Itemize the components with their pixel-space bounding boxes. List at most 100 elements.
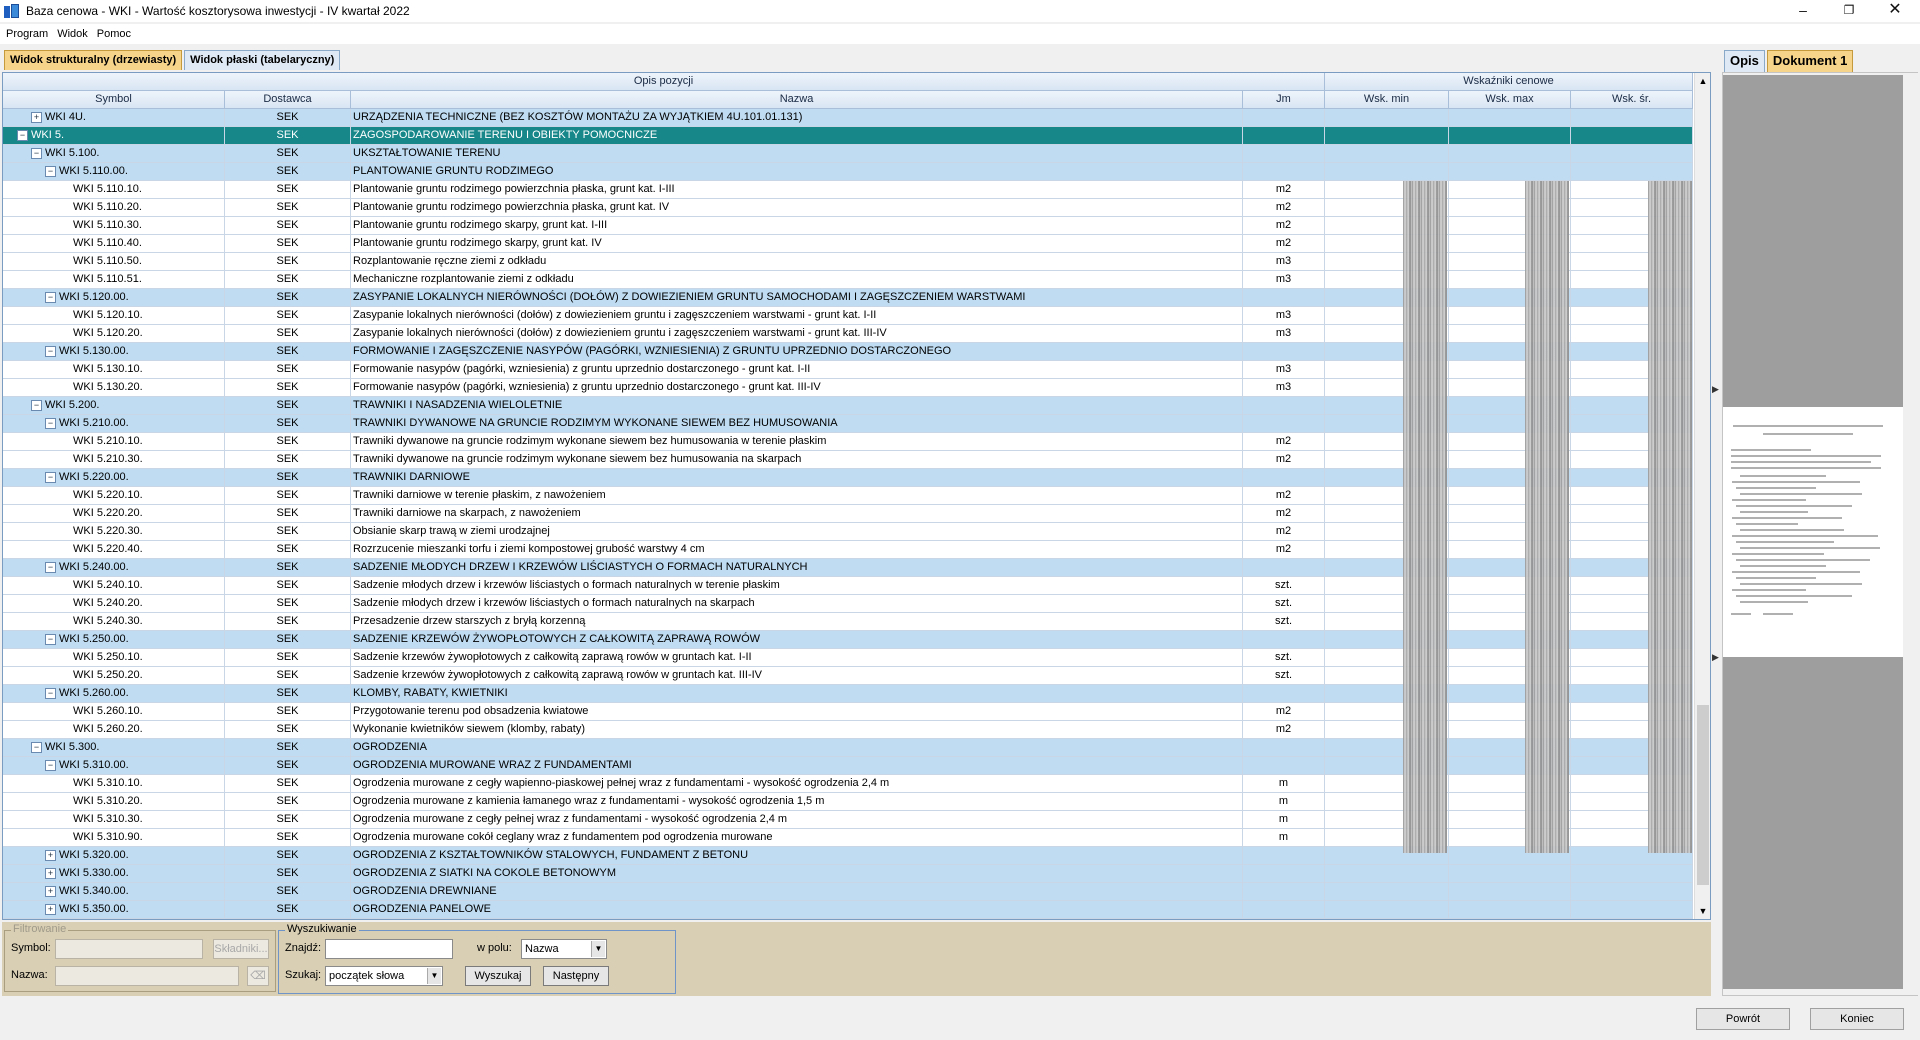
chevron-down-icon[interactable]: ▼	[591, 941, 605, 957]
clear-filter-button[interactable]: ⌫	[247, 966, 269, 986]
column-header-dostawca[interactable]: Dostawca	[225, 91, 351, 109]
table-row[interactable]: − WKI 5.100. SEK UKSZTAŁTOWANIE TERENU	[3, 145, 1693, 163]
collapse-icon[interactable]: −	[45, 562, 56, 573]
menu-pomoc[interactable]: Pomoc	[97, 28, 131, 40]
symbol-text: WKI 5.310.10.	[73, 777, 143, 789]
collapse-icon[interactable]: −	[45, 688, 56, 699]
panel-splitter[interactable]: ▶ ▶	[1712, 72, 1720, 996]
collapse-icon[interactable]: −	[17, 130, 28, 141]
symbol-text: WKI 5.210.00.	[59, 417, 129, 429]
symbol-cell: − WKI 5.240.00.	[3, 559, 225, 576]
dostawca-cell: SEK	[225, 883, 351, 900]
column-header-wsk-sr[interactable]: Wsk. śr.	[1571, 91, 1693, 109]
collapse-icon[interactable]: −	[45, 418, 56, 429]
symbol-text: WKI 5.100.	[45, 147, 100, 159]
symbol-text: WKI 5.220.00.	[59, 471, 129, 483]
close-button[interactable]: ✕	[1872, 0, 1918, 22]
symbol-text: WKI 5.240.30.	[73, 615, 143, 627]
back-button[interactable]: Powrót	[1696, 1008, 1790, 1030]
symbol-cell: WKI 5.120.10.	[3, 307, 225, 324]
menu-program[interactable]: Program	[6, 28, 48, 40]
dostawca-cell: SEK	[225, 361, 351, 378]
collapse-icon[interactable]: −	[45, 346, 56, 357]
scroll-down-arrow-icon[interactable]: ▼	[1695, 903, 1710, 919]
collapse-icon[interactable]: −	[45, 166, 56, 177]
nazwa-filter-input[interactable]	[55, 966, 239, 986]
nastepny-button[interactable]: Następny	[543, 966, 609, 986]
tab-flat-view[interactable]: Widok płaski (tabelaryczny)	[184, 50, 341, 70]
tab-dokument-1[interactable]: Dokument 1	[1766, 50, 1854, 72]
collapse-icon[interactable]: −	[31, 148, 42, 159]
table-row[interactable]: + WKI 5.340.00. SEK OGRODZENIA DREWNIANE	[3, 883, 1693, 901]
jm-cell: szt.	[1243, 649, 1325, 666]
search-field-select[interactable]: Nazwa ▼	[521, 939, 607, 959]
table-row[interactable]: + WKI 5.350.00. SEK OGRODZENIA PANELOWE	[3, 901, 1693, 919]
tab-structural-view[interactable]: Widok strukturalny (drzewiasty)	[4, 50, 183, 70]
column-header-symbol[interactable]: Symbol	[3, 91, 225, 109]
nazwa-cell: Zasypanie lokalnych nierówności (dołów) …	[351, 325, 1243, 342]
wsk-max-cell	[1449, 127, 1571, 144]
maximize-button[interactable]: ❐	[1826, 0, 1872, 22]
symbol-text: WKI 5.210.10.	[73, 435, 143, 447]
search-title: Wyszukiwanie	[285, 923, 359, 935]
jm-cell: m2	[1243, 703, 1325, 720]
symbol-cell: − WKI 5.250.00.	[3, 631, 225, 648]
collapse-icon[interactable]: −	[31, 400, 42, 411]
wyszukaj-button[interactable]: Wyszukaj	[465, 966, 531, 986]
redacted-wsk-max-values	[1525, 181, 1569, 853]
document-text-line	[1733, 425, 1883, 427]
collapse-icon[interactable]: −	[45, 634, 56, 645]
minimize-button[interactable]: –	[1780, 0, 1826, 22]
symbol-text: WKI 5.110.50.	[73, 255, 142, 267]
symbol-cell: + WKI 5.350.00.	[3, 901, 225, 918]
jm-cell: m3	[1243, 271, 1325, 288]
jm-cell	[1243, 847, 1325, 864]
tab-opis[interactable]: Opis	[1724, 50, 1765, 72]
dostawca-cell: SEK	[225, 289, 351, 306]
expand-icon[interactable]: +	[31, 112, 42, 123]
document-text-line	[1740, 529, 1845, 531]
expand-icon[interactable]: +	[45, 886, 56, 897]
nazwa-cell: SADZENIE MŁODYCH DRZEW I KRZEWÓW LIŚCIAS…	[351, 559, 1243, 576]
collapse-icon[interactable]: −	[45, 292, 56, 303]
column-header-jm[interactable]: Jm	[1243, 91, 1325, 109]
collapse-icon[interactable]: −	[45, 472, 56, 483]
symbol-cell: − WKI 5.210.00.	[3, 415, 225, 432]
column-header-nazwa[interactable]: Nazwa	[351, 91, 1243, 109]
scroll-thumb[interactable]	[1697, 705, 1709, 885]
document-text-line	[1736, 487, 1817, 489]
table-row[interactable]: − WKI 5.110.00. SEK PLANTOWANIE GRUNTU RODZ…	[3, 163, 1693, 181]
table-row[interactable]: + WKI 4U. SEK URZĄDZENIA TECHNICZNE (BEZ KO…	[3, 109, 1693, 127]
document-vertical-scrollbar[interactable]	[1904, 73, 1918, 995]
expand-arrow-icon[interactable]: ▶	[1712, 652, 1719, 663]
grid-vertical-scrollbar[interactable]: ▲ ▼	[1694, 73, 1710, 919]
column-header-wsk-max[interactable]: Wsk. max	[1449, 91, 1571, 109]
expand-icon[interactable]: +	[45, 850, 56, 861]
scroll-up-arrow-icon[interactable]: ▲	[1695, 73, 1710, 89]
expand-arrow-icon[interactable]: ▶	[1712, 384, 1719, 395]
exit-button[interactable]: Koniec	[1810, 1008, 1904, 1030]
symbol-cell: + WKI 5.320.00.	[3, 847, 225, 864]
jm-cell: m3	[1243, 325, 1325, 342]
search-input[interactable]	[325, 939, 453, 959]
column-header-wsk-min[interactable]: Wsk. min	[1325, 91, 1449, 109]
nazwa-cell: Ogrodzenia murowane z cegły pełnej wraz …	[351, 811, 1243, 828]
skladniki-button[interactable]: Składniki...	[213, 939, 269, 959]
collapse-icon[interactable]: −	[45, 760, 56, 771]
expand-icon[interactable]: +	[45, 904, 56, 915]
search-mode-select[interactable]: początek słowa ▼	[325, 966, 443, 986]
jm-cell: m	[1243, 775, 1325, 792]
table-row[interactable]: + WKI 5.330.00. SEK OGRODZENIA Z SIATKI NA …	[3, 865, 1693, 883]
expand-icon[interactable]: +	[45, 868, 56, 879]
jm-cell: m2	[1243, 523, 1325, 540]
nazwa-cell: URZĄDZENIA TECHNICZNE (BEZ KOSZTÓW MONTA…	[351, 109, 1243, 126]
collapse-icon[interactable]: −	[31, 742, 42, 753]
menu-widok[interactable]: Widok	[57, 28, 88, 40]
chevron-down-icon[interactable]: ▼	[427, 968, 441, 984]
document-tabs: Opis Dokument 1	[1724, 50, 1855, 72]
szukaj-label: Szukaj:	[285, 969, 322, 981]
table-row[interactable]: − WKI 5. SEK ZAGOSPODAROWANIE TERENU I OBIE…	[3, 127, 1693, 145]
symbol-filter-input[interactable]	[55, 939, 203, 959]
dostawca-cell: SEK	[225, 757, 351, 774]
document-page-thumbnail[interactable]	[1723, 407, 1903, 657]
